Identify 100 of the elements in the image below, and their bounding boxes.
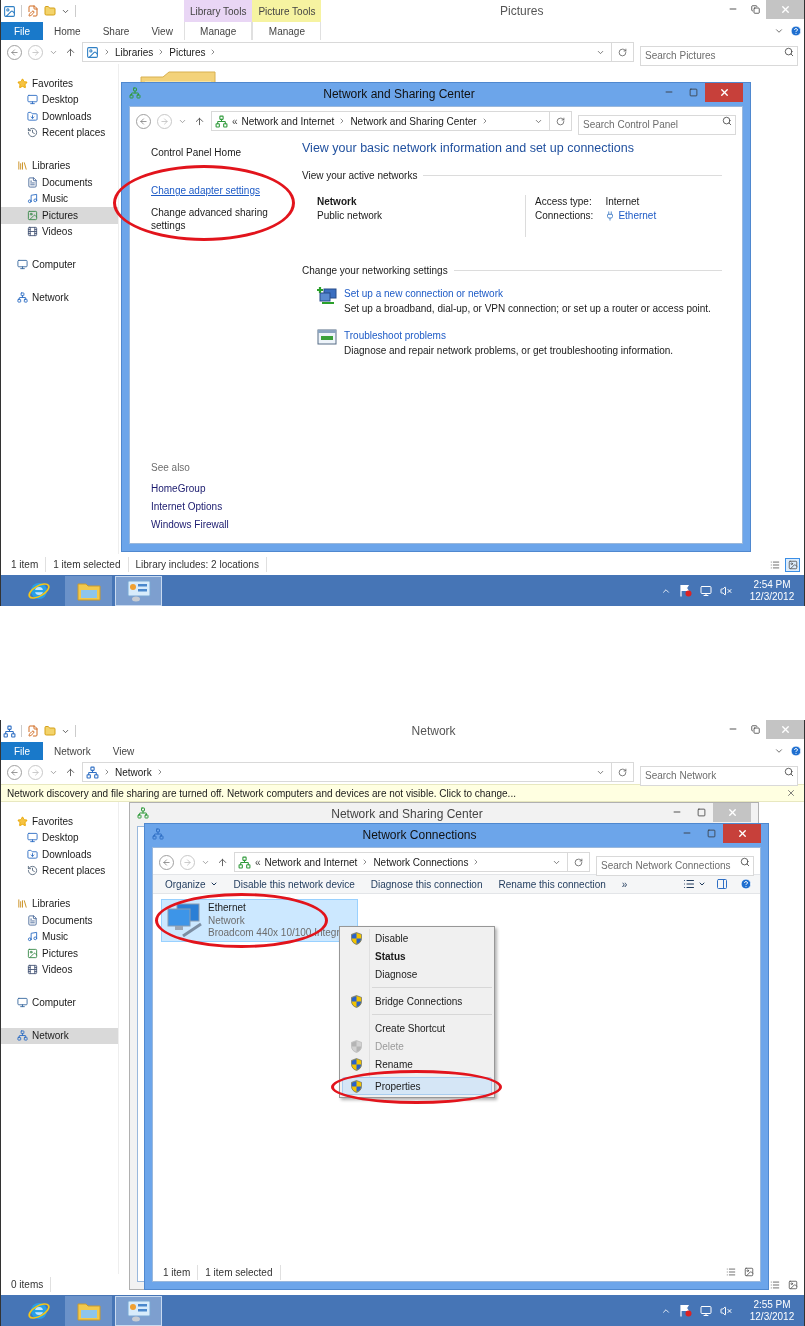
address-bar[interactable]: Network [82, 762, 634, 782]
nav-item[interactable]: Recent places [1, 124, 118, 141]
taskbar-button[interactable] [115, 1295, 162, 1326]
flag-icon[interactable] [679, 584, 692, 597]
see-also-link[interactable]: Windows Firewall [151, 518, 229, 531]
help-icon[interactable] [740, 878, 752, 890]
breadcrumb[interactable]: Network and Internet [264, 854, 358, 870]
menu-item[interactable]: Properties [342, 1077, 492, 1095]
thumbnail-view-button[interactable] [785, 557, 800, 572]
help-icon[interactable] [790, 25, 802, 37]
breadcrumb[interactable]: Pictures [169, 44, 206, 60]
expand-ribbon-icon[interactable] [774, 746, 784, 756]
breadcrumb[interactable]: Libraries [115, 44, 154, 60]
breadcrumb[interactable]: Network Connections [373, 854, 469, 870]
nav-item[interactable]: Downloads [1, 846, 118, 863]
more-commands-button[interactable]: » [613, 876, 636, 892]
nav-item[interactable]: Videos [1, 223, 118, 240]
muted-speaker-icon[interactable] [720, 584, 732, 597]
address-bar[interactable]: « Network and Internet Network Connections [234, 852, 590, 872]
command-button[interactable]: Rename this connection [490, 876, 614, 892]
task-link[interactable]: Set up a new connection or network [344, 285, 503, 301]
ribbon-tab[interactable]: Share [91, 22, 141, 40]
folder-icon[interactable] [44, 5, 56, 17]
overflow-chevron[interactable]: « [232, 113, 238, 129]
ribbon-tab[interactable]: Manage [252, 22, 322, 40]
nav-item[interactable]: Libraries [1, 895, 118, 912]
network-status-icon[interactable] [700, 1304, 712, 1317]
flag-icon[interactable] [679, 1304, 692, 1317]
breadcrumb[interactable]: Network and Sharing Center [350, 113, 477, 129]
document-icon[interactable] [27, 725, 39, 737]
change-view-button[interactable] [683, 878, 706, 890]
see-also-link[interactable]: HomeGroup [151, 482, 206, 495]
command-button[interactable]: Organize [157, 876, 226, 892]
file-tab[interactable]: File [1, 22, 43, 40]
nav-item[interactable]: Network [1, 289, 118, 306]
star-icon [17, 815, 28, 827]
taskbar-button[interactable] [65, 575, 112, 606]
connection-link[interactable]: Ethernet [618, 208, 657, 223]
search-field[interactable]: Search Pictures [640, 45, 798, 66]
ribbon-tab[interactable]: View [101, 742, 146, 760]
expand-ribbon-icon[interactable] [774, 26, 784, 36]
nav-item[interactable]: Computer [1, 256, 118, 273]
preview-pane-icon[interactable] [716, 878, 728, 890]
menu-item[interactable]: Bridge Connections [342, 992, 492, 1010]
breadcrumb[interactable]: Network and Internet [241, 113, 335, 129]
ribbon-tab[interactable]: Network [43, 742, 102, 760]
file-tab[interactable]: File [1, 742, 43, 760]
network-status-icon[interactable] [700, 584, 712, 597]
nav-item[interactable]: Favorites [1, 813, 118, 830]
search-field[interactable]: Search Control Panel [578, 114, 736, 135]
overflow-chevron[interactable]: « [255, 854, 261, 870]
taskbar-button[interactable] [115, 575, 162, 606]
close-button[interactable] [713, 803, 751, 822]
sidebar-item[interactable]: Control Panel Home [151, 146, 276, 159]
nav-item[interactable]: Desktop [1, 91, 118, 108]
clock[interactable]: 2:54 PM 12/3/2012 [746, 578, 798, 603]
menu-item[interactable]: Diagnose [342, 965, 492, 983]
close-button[interactable] [723, 824, 761, 843]
search-field[interactable]: Search Network [640, 765, 798, 786]
menu-item[interactable]: Rename [342, 1055, 492, 1073]
search-field[interactable]: Search Network Connections [596, 855, 754, 876]
menu-item[interactable]: Status [342, 947, 492, 965]
nav-item[interactable]: Pictures [1, 945, 118, 962]
nav-item[interactable]: Recent places [1, 862, 118, 879]
sidebar-item[interactable]: Change advanced sharing settings [151, 206, 276, 232]
folder-icon [76, 580, 101, 601]
folder-icon[interactable] [44, 725, 56, 737]
document-icon[interactable] [27, 5, 39, 17]
clock[interactable]: 2:55 PM 12/3/2012 [746, 1298, 798, 1323]
nav-item[interactable]: Network [1, 1027, 118, 1044]
sidebar-link[interactable]: Change adapter settings [151, 184, 276, 197]
nav-item[interactable]: Documents [1, 912, 118, 929]
nav-item[interactable]: Music [1, 190, 118, 207]
taskbar-button[interactable] [65, 1295, 112, 1326]
nav-item[interactable]: Videos [1, 961, 118, 978]
nav-item[interactable]: Favorites [1, 75, 118, 92]
close-icon[interactable] [786, 788, 796, 798]
nav-item[interactable]: Pictures [1, 207, 118, 224]
address-bar[interactable]: Libraries Pictures [82, 42, 634, 62]
command-button[interactable]: Disable this network device [225, 876, 363, 892]
nav-item[interactable]: Documents [1, 174, 118, 191]
nav-item[interactable]: Computer [1, 994, 118, 1011]
address-bar[interactable]: « Network and Internet Network and Sharing Center [211, 111, 572, 131]
help-icon[interactable] [790, 745, 802, 757]
ribbon-tab[interactable]: Home [43, 22, 92, 40]
command-button[interactable]: Diagnose this connection [362, 876, 491, 892]
ribbon-tab[interactable]: Manage [183, 22, 253, 40]
close-button[interactable] [766, 0, 804, 19]
nav-item[interactable]: Libraries [1, 157, 118, 174]
muted-speaker-icon[interactable] [720, 1304, 732, 1317]
nav-item[interactable]: Downloads [1, 108, 118, 125]
nav-item[interactable]: Desktop [1, 829, 118, 846]
see-also-link[interactable]: Internet Options [151, 500, 223, 513]
close-button[interactable] [705, 83, 743, 102]
breadcrumb[interactable]: Network [115, 764, 152, 780]
ribbon-tab[interactable]: View [140, 22, 184, 40]
nav-item[interactable]: Music [1, 928, 118, 945]
task-link[interactable]: Troubleshoot problems [344, 327, 446, 343]
close-button[interactable] [766, 720, 804, 739]
menu-item[interactable]: Create Shortcut [342, 1019, 492, 1037]
